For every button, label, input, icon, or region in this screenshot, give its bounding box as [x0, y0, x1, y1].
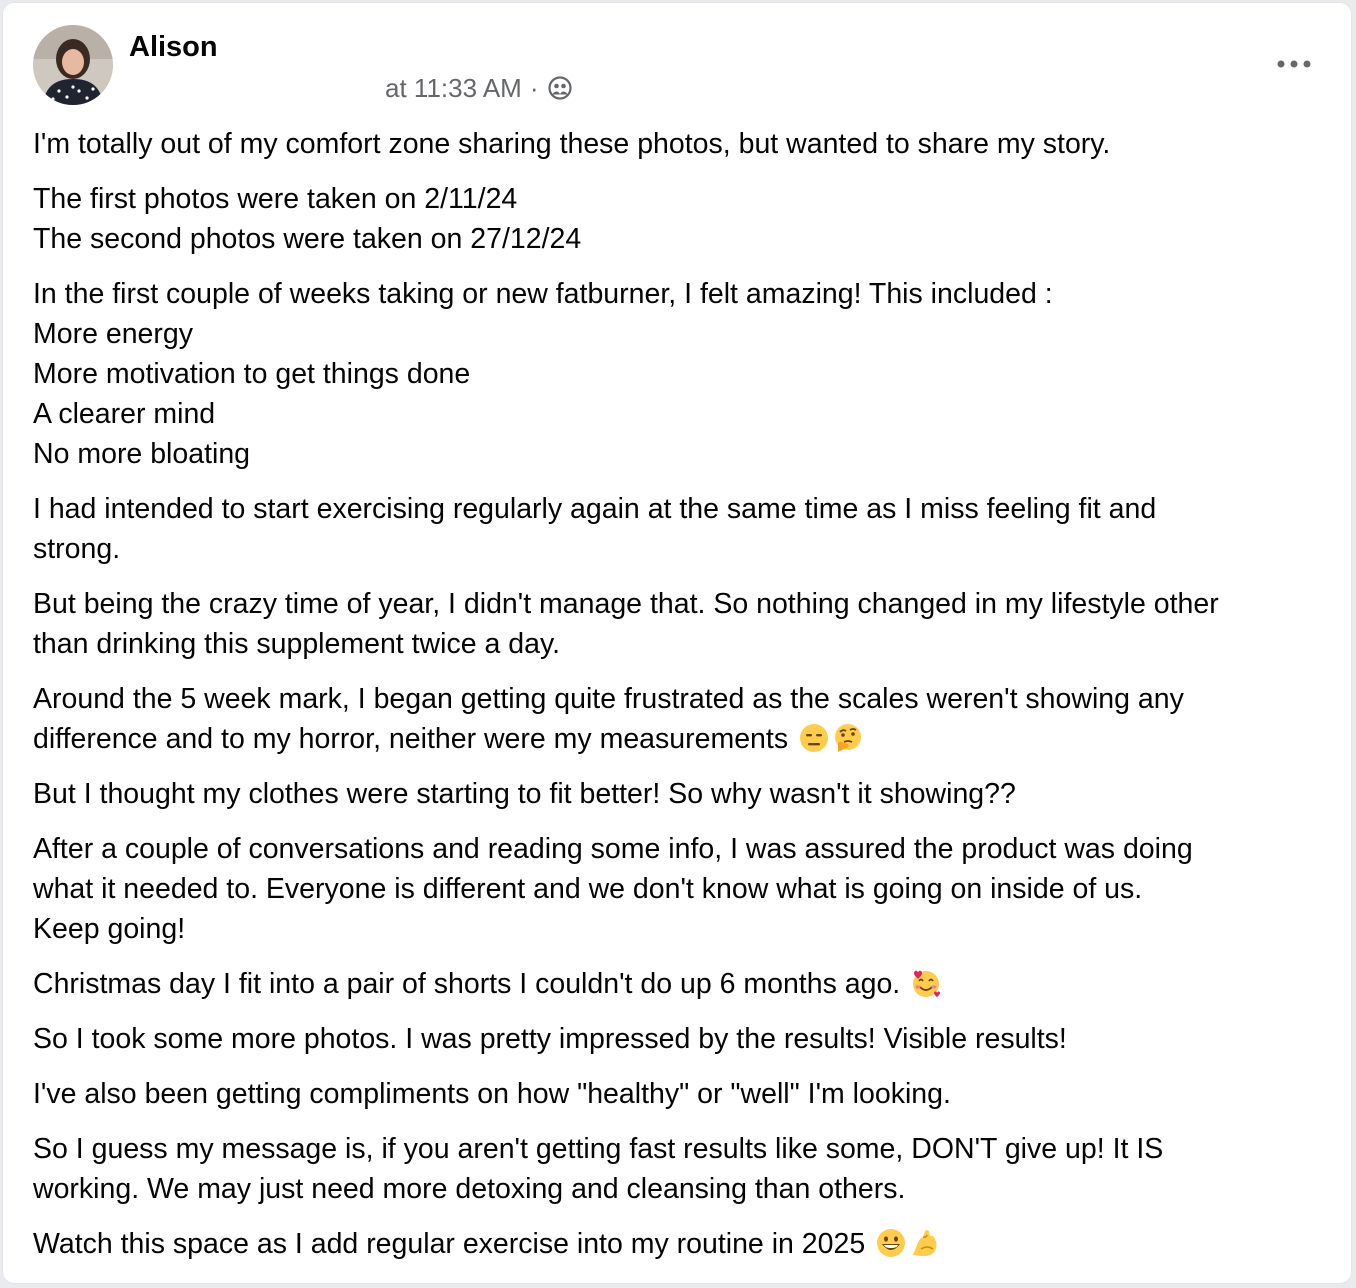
text-line-with-emoji: Christmas day I fit into a pair of short…	[33, 964, 1333, 1004]
author-name[interactable]: Alison	[129, 29, 218, 65]
post-paragraph: So I guess my message is, if you aren't …	[33, 1129, 1333, 1209]
post-paragraph: After a couple of conversations and read…	[33, 829, 1333, 949]
text-line: A clearer mind	[33, 398, 216, 430]
text-line: So I took some more photos. I was pretty…	[33, 1023, 1067, 1055]
post-card: Alison at 11:33 AM · I'm totally out of …	[2, 2, 1352, 1284]
post-paragraph: I'm totally out of my comfort zone shari…	[33, 124, 1333, 164]
expressionless-face-emoji	[798, 722, 830, 754]
text-line-with-emoji: difference and to my horror, neither wer…	[33, 719, 1333, 759]
text-line-with-emoji: Watch this space as I add regular exerci…	[33, 1224, 1333, 1264]
post-paragraph: The first photos were taken on 2/11/24 T…	[33, 179, 1333, 259]
text-line: I had intended to start exercising regul…	[33, 493, 1157, 525]
avatar[interactable]	[33, 25, 113, 105]
post-paragraph: I had intended to start exercising regul…	[33, 489, 1333, 569]
text-line: Keep going!	[33, 913, 186, 945]
text-line: More energy	[33, 318, 193, 350]
post-timestamp[interactable]: at 11:33 AM	[385, 73, 522, 104]
text-line: The first photos were taken on 2/11/24	[33, 183, 518, 215]
post-meta: at 11:33 AM ·	[385, 71, 573, 105]
post-paragraph: Christmas day I fit into a pair of short…	[33, 964, 1333, 1004]
text-line: than drinking this supplement twice a da…	[33, 628, 561, 660]
post-paragraph: I've also been getting compliments on ho…	[33, 1074, 1333, 1114]
text-line: I've also been getting compliments on ho…	[33, 1078, 951, 1110]
smiling-face-with-hearts-emoji	[910, 967, 942, 999]
text-line: The second photos were taken on 27/12/24	[33, 223, 582, 255]
post-paragraph: So I took some more photos. I was pretty…	[33, 1019, 1333, 1059]
post-text: I'm totally out of my comfort zone shari…	[33, 124, 1333, 1279]
text-line: what it needed to. Everyone is different…	[33, 873, 1143, 905]
text-line: In the first couple of weeks taking or n…	[33, 278, 1053, 310]
text-line: Watch this space as I add regular exerci…	[33, 1228, 866, 1260]
text-line: But being the crazy time of year, I didn…	[33, 588, 1219, 620]
text-line: working. We may just need more detoxing …	[33, 1173, 906, 1205]
text-line: More motivation to get things done	[33, 358, 471, 390]
text-line: So I guess my message is, if you aren't …	[33, 1133, 1164, 1165]
text-line: But I thought my clothes were starting t…	[33, 778, 1016, 810]
post-paragraph: But being the crazy time of year, I didn…	[33, 584, 1333, 664]
text-line: strong.	[33, 533, 121, 565]
more-options-icon[interactable]	[1271, 47, 1317, 81]
post-paragraph: In the first couple of weeks taking or n…	[33, 274, 1333, 474]
thinking-face-emoji	[832, 722, 864, 754]
text-line: I'm totally out of my comfort zone shari…	[33, 128, 1111, 160]
friends-icon[interactable]	[547, 75, 573, 101]
post-paragraph: But I thought my clothes were starting t…	[33, 774, 1333, 814]
grinning-face-emoji	[875, 1227, 907, 1259]
post-paragraph: Watch this space as I add regular exerci…	[33, 1224, 1333, 1264]
text-line: No more bloating	[33, 438, 251, 470]
meta-separator: ·	[529, 72, 539, 103]
flexed-biceps-emoji	[909, 1227, 941, 1259]
text-line: After a couple of conversations and read…	[33, 833, 1193, 865]
text-line: Around the 5 week mark, I began getting …	[33, 683, 1184, 715]
text-line: Christmas day I fit into a pair of short…	[33, 968, 901, 1000]
post-paragraph: Around the 5 week mark, I began getting …	[33, 679, 1333, 759]
text-line: difference and to my horror, neither wer…	[33, 723, 789, 755]
